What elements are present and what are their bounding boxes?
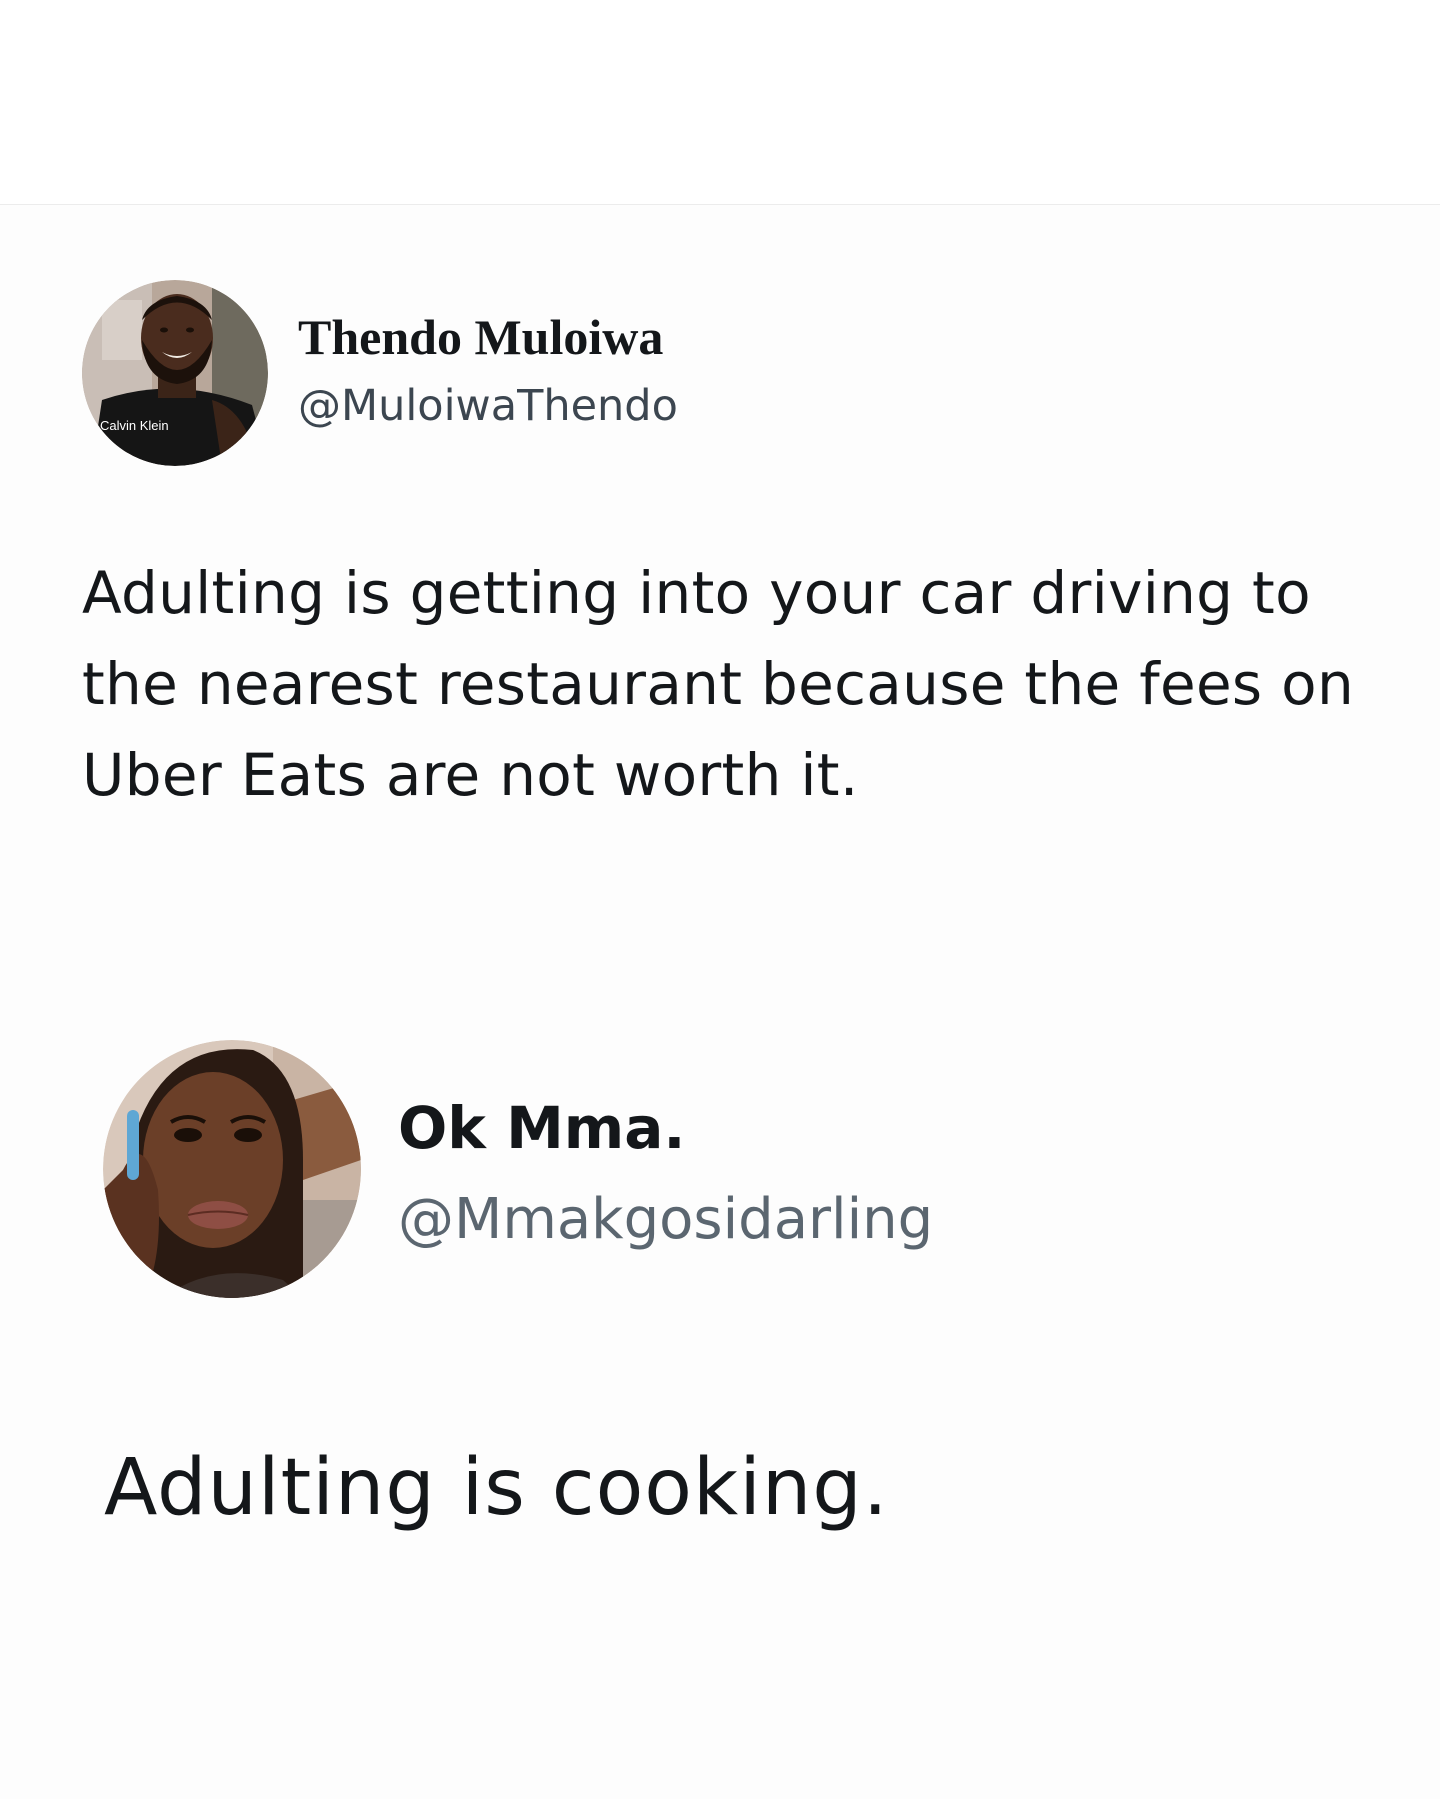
tweet-text: Adulting is getting into your car drivin… [82,559,1355,809]
profile-photo-woman-icon [103,1040,361,1298]
display-name[interactable]: Thendo Muloiwa [298,307,663,367]
avatar[interactable]: Calvin Klein [82,280,268,466]
top-blank-band [0,0,1440,204]
user-handle[interactable]: @Mmakgosidarling [398,1185,933,1255]
tweet-text: Adulting is cooking. [104,1443,889,1533]
profile-photo-man-icon: Calvin Klein [82,280,268,466]
shirt-print-label: Calvin Klein [100,418,169,433]
display-name[interactable]: Ok Mma. [398,1093,685,1163]
user-handle[interactable]: @MuloiwaThendo [298,379,678,433]
avatar[interactable] [103,1040,361,1298]
